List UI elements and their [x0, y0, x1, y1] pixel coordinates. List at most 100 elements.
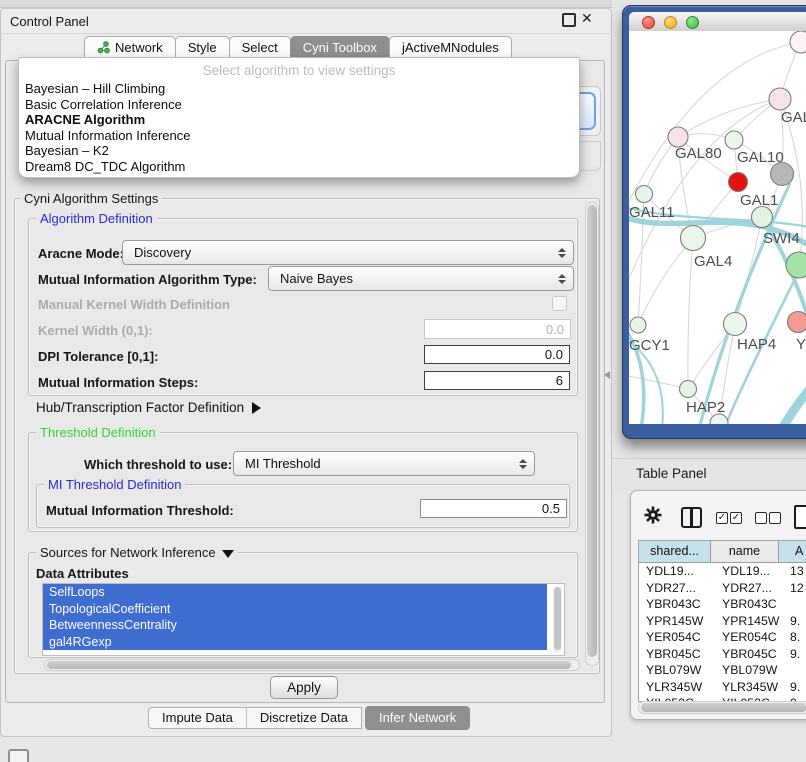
control-panel-tabs: Network Style Select Cyni Toolbox jActiv…: [84, 35, 511, 58]
network-window-titlebar[interactable]: [629, 12, 806, 32]
aracne-mode-label: Aracne Mode:: [38, 246, 124, 261]
node-table: shared... name A YDL19...YDL19...13YDR27…: [638, 540, 806, 702]
split-panel-icon[interactable]: [681, 507, 702, 528]
list-item-selfloops[interactable]: SelfLoops: [43, 584, 547, 601]
table-cell: YBL079W: [639, 662, 718, 679]
selected-value: Naive Bayes: [269, 271, 353, 286]
settings-group-title: Cyni Algorithm Settings: [20, 191, 162, 206]
network-node[interactable]: [724, 313, 747, 336]
network-node[interactable]: [681, 226, 706, 251]
dropdown-item-bayesian-k2[interactable]: Bayesian – K2: [19, 143, 579, 159]
which-threshold-select[interactable]: MI Threshold: [233, 451, 535, 476]
column-header-partial[interactable]: A: [779, 541, 806, 562]
list-item-betweenness[interactable]: BetweennessCentrality: [43, 617, 547, 634]
table-row[interactable]: YBR045CYBR045C9.: [639, 646, 806, 663]
hub-definition-toggle[interactable]: Hub/Transcription Factor Definition: [36, 400, 261, 415]
column-header-name[interactable]: name: [711, 541, 779, 562]
network-node[interactable]: [668, 127, 688, 147]
dropdown-item-dream8[interactable]: Dream8 DC_TDC Algorithm: [19, 159, 579, 175]
aracne-mode-select[interactable]: Discovery: [122, 240, 574, 265]
table-horizontal-scrollbar[interactable]: [638, 701, 806, 714]
network-node[interactable]: [630, 317, 646, 333]
settings-gear-icon[interactable]: [644, 506, 662, 524]
network-node[interactable]: [729, 173, 748, 192]
partial-bottom-button[interactable]: [8, 749, 29, 762]
mi-steps-input[interactable]: [424, 371, 570, 390]
table-cell: YPR145W: [639, 613, 718, 630]
close-traffic-light-icon[interactable]: [642, 16, 655, 29]
table-body: YDL19...YDL19...13YDR27...YDR27...12YBR0…: [639, 563, 806, 701]
document-icon[interactable]: [794, 505, 806, 529]
network-node[interactable]: [725, 131, 743, 149]
tab-infer-network[interactable]: Infer Network: [365, 706, 470, 730]
table-row[interactable]: YER054CYER054C8.: [639, 629, 806, 646]
expand-right-icon: [252, 402, 261, 414]
table-cell: YBR045C: [639, 646, 718, 663]
algorithm-definition-title: Algorithm Definition: [36, 211, 157, 226]
dropdown-item-aracne[interactable]: ARACNE Algorithm: [19, 112, 579, 128]
collapse-down-icon: [222, 550, 234, 558]
table-row[interactable]: YDR27...YDR27...12: [639, 580, 806, 597]
tab-cyni-toolbox[interactable]: Cyni Toolbox: [290, 36, 390, 58]
table-row[interactable]: YDL19...YDL19...13: [639, 563, 806, 580]
table-row[interactable]: YBL079WYBL079W: [639, 662, 806, 679]
dropdown-item-basic-correlation[interactable]: Basic Correlation Inference: [19, 97, 579, 113]
table-row[interactable]: YPR145WYPR145W9.: [639, 613, 806, 630]
data-attributes-list[interactable]: SelfLoops TopologicalCoefficient Between…: [42, 583, 565, 656]
tab-network[interactable]: Network: [84, 36, 176, 58]
dropdown-item-mutual-information[interactable]: Mutual Information Inference: [19, 128, 579, 144]
list-item-gal4rgexp[interactable]: gal4RGexp: [43, 634, 547, 651]
hub-definition-label: Hub/Transcription Factor Definition: [36, 400, 244, 415]
tab-jactivemnodules[interactable]: jActiveMNodules: [389, 36, 512, 58]
table-row[interactable]: YLR345WYLR345W9.: [639, 679, 806, 696]
network-node-label: Y: [796, 336, 806, 353]
table-cell: 13: [786, 563, 806, 580]
scrollbar-thumb[interactable]: [641, 703, 806, 712]
mi-type-select[interactable]: Naive Bayes: [268, 266, 574, 291]
network-node[interactable]: [788, 312, 806, 333]
dropdown-item-bayesian-hill[interactable]: Bayesian – Hill Climbing: [19, 81, 579, 97]
kernel-width-input[interactable]: [424, 319, 571, 339]
sources-group-title[interactable]: Sources for Network Inference: [36, 545, 238, 560]
list-vertical-scrollbar[interactable]: [553, 586, 562, 653]
unchecked-box-icon[interactable]: [769, 512, 781, 524]
tab-select[interactable]: Select: [229, 36, 291, 58]
scrollbar-thumb[interactable]: [554, 587, 561, 650]
list-item-topological[interactable]: TopologicalCoefficient: [43, 601, 547, 618]
network-node[interactable]: [790, 31, 806, 53]
minimize-traffic-light-icon[interactable]: [664, 16, 677, 29]
checked-box-icon[interactable]: ✓: [716, 512, 728, 524]
selected-value: MI Threshold: [234, 456, 321, 471]
settings-vertical-scrollbar[interactable]: [585, 202, 599, 666]
tab-label: Select: [242, 37, 278, 58]
column-header-shared-name[interactable]: shared...: [639, 541, 711, 562]
network-node[interactable]: [680, 381, 697, 398]
tab-style[interactable]: Style: [175, 36, 230, 58]
table-cell: [786, 596, 806, 613]
table-cell: YDL19...: [718, 563, 786, 580]
splitter-collapse-icon[interactable]: [604, 371, 610, 379]
float-window-icon[interactable]: [562, 13, 576, 27]
settings-horizontal-scrollbar[interactable]: [44, 659, 580, 671]
manual-kernel-checkbox[interactable]: [552, 296, 567, 311]
scrollbar-thumb[interactable]: [47, 661, 571, 669]
unchecked-box-icon[interactable]: [755, 512, 767, 524]
close-icon[interactable]: ✕: [581, 10, 593, 27]
table-cell: YDR27...: [718, 580, 786, 597]
table-cell: YLR345W: [718, 679, 786, 696]
network-node[interactable]: [786, 252, 806, 278]
network-node[interactable]: [636, 186, 653, 203]
mi-threshold-input[interactable]: [420, 499, 567, 518]
checked-box-icon[interactable]: ✓: [730, 512, 742, 524]
apply-button[interactable]: Apply: [270, 676, 338, 699]
zoom-traffic-light-icon[interactable]: [686, 16, 699, 29]
combo-arrows-icon: [519, 459, 526, 469]
tab-impute-data[interactable]: Impute Data: [148, 707, 246, 729]
table-row[interactable]: YBR043CYBR043C: [639, 596, 806, 613]
tab-discretize-data[interactable]: Discretize Data: [246, 707, 362, 729]
network-node[interactable]: [769, 88, 791, 110]
dpi-tolerance-input[interactable]: [424, 345, 570, 364]
scrollbar-thumb[interactable]: [587, 205, 597, 657]
network-canvas[interactable]: GALGAL80GAL10GAL1GAL11SWI4GAL4GCY1HAP4YH…: [629, 31, 806, 424]
network-node[interactable]: [752, 207, 773, 228]
